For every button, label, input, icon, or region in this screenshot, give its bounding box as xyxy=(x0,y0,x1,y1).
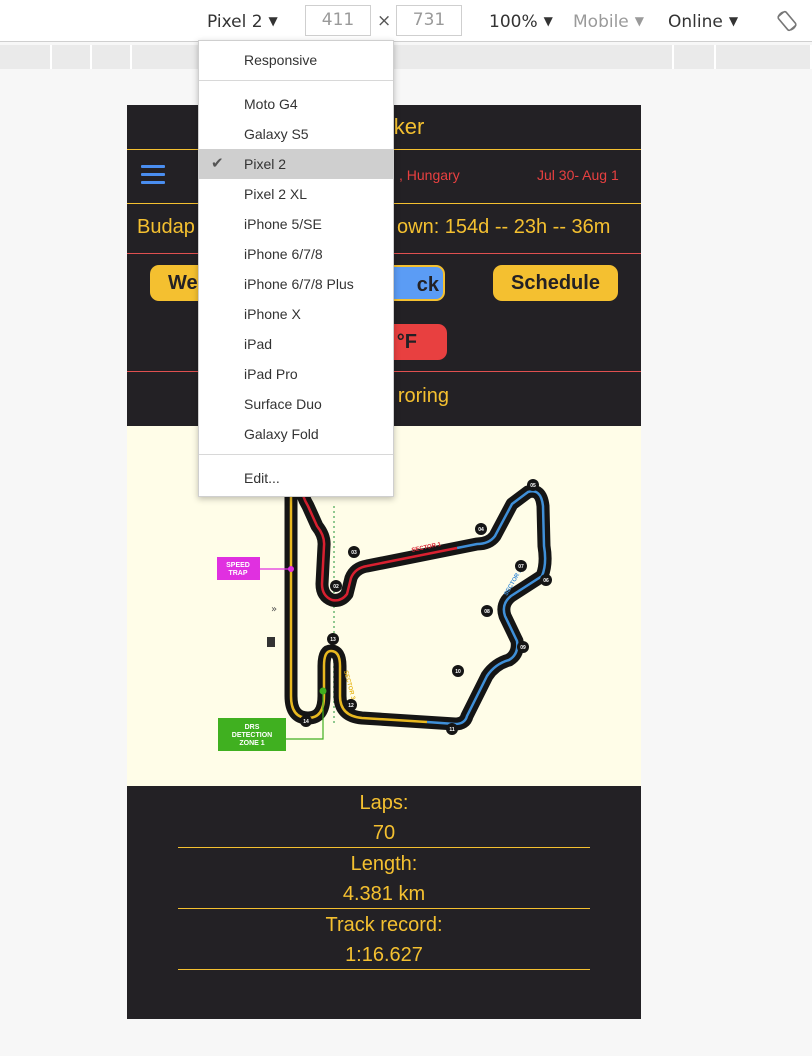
turn-marker: 02 xyxy=(333,584,339,590)
mode-label: Mobile xyxy=(573,12,629,32)
menu-item-edit[interactable]: Edit... xyxy=(199,463,393,493)
chevron-down-icon: ▼ xyxy=(543,14,553,28)
chevron-down-icon: ▼ xyxy=(634,14,644,28)
stat-length: Length: 4.381 km xyxy=(127,849,641,909)
stat-label: Laps: xyxy=(359,792,409,814)
network-label: Online xyxy=(668,12,723,32)
menu-item-device-selected[interactable]: ✔ Pixel 2 xyxy=(199,149,393,179)
menu-item-device[interactable]: iPad Pro xyxy=(199,359,393,389)
menu-item-device[interactable]: iPhone 6/7/8 xyxy=(199,239,393,269)
ruler-segment[interactable] xyxy=(94,45,132,69)
device-select[interactable]: Pixel 2 ▼ xyxy=(207,0,278,42)
stat-label: Length: xyxy=(350,853,418,875)
menu-item-device[interactable]: Pixel 2 XL xyxy=(199,179,393,209)
times-sign: × xyxy=(377,11,392,31)
menu-item-label: Pixel 2 xyxy=(244,156,287,172)
schedule-button[interactable]: Schedule xyxy=(493,265,618,301)
drs-label: ZONE 1 xyxy=(239,740,264,747)
menu-item-device[interactable]: iPad xyxy=(199,329,393,359)
ruler-segment[interactable] xyxy=(634,45,674,69)
race-dates: Jul 30- Aug 1 xyxy=(537,167,619,183)
check-icon: ✔ xyxy=(211,155,224,172)
menu-separator xyxy=(199,80,393,81)
countdown-right: own: 154d -- 23h -- 36m xyxy=(397,216,611,238)
hamburger-menu-icon[interactable] xyxy=(141,165,165,187)
drs-label: DETECTION xyxy=(232,732,272,739)
menu-item-device[interactable]: Galaxy S5 xyxy=(199,119,393,149)
countdown: Budap own: 154d -- 23h -- 36m xyxy=(137,216,610,239)
mode-select[interactable]: Mobile ▼ xyxy=(573,0,644,42)
device-dropdown-menu: Responsive Moto G4 Galaxy S5 ✔ Pixel 2 Pi… xyxy=(198,40,394,497)
menu-item-device[interactable]: iPhone X xyxy=(199,299,393,329)
ruler-segment[interactable] xyxy=(676,45,716,69)
stat-track-record: Track record: 1:16.627 xyxy=(127,910,641,970)
ruler-segment[interactable] xyxy=(0,45,52,69)
turn-marker: 11 xyxy=(449,727,455,733)
turn-marker: 07 xyxy=(518,564,524,570)
turn-marker: 10 xyxy=(455,669,461,675)
menu-item-responsive[interactable]: Responsive xyxy=(199,45,393,75)
track-stats: Laps: 70 Length: 4.381 km Track record: … xyxy=(127,788,641,971)
turn-marker: 05 xyxy=(530,483,536,489)
menu-separator xyxy=(199,454,393,455)
media-query-ruler xyxy=(0,45,812,69)
turn-marker: 06 xyxy=(543,578,549,584)
device-select-label: Pixel 2 xyxy=(207,12,263,32)
direction-chevron-icon: » xyxy=(271,604,277,615)
height-input[interactable]: 731 xyxy=(396,5,462,36)
speed-trap-label: TRAP xyxy=(228,570,247,577)
stat-value: 4.381 km xyxy=(178,879,590,909)
width-input[interactable]: 411 xyxy=(305,5,371,36)
device-toolbar: Pixel 2 ▼ 411 × 731 100% ▼ Mobile ▼ Online ▼ xyxy=(0,0,812,42)
stat-value: 1:16.627 xyxy=(178,940,590,970)
rotate-icon[interactable] xyxy=(776,10,798,32)
stat-label: Track record: xyxy=(325,914,443,936)
turn-marker: 08 xyxy=(484,609,490,615)
drs-label: DRS xyxy=(245,724,260,731)
zoom-label: 100% xyxy=(489,12,538,32)
menu-item-device[interactable]: iPhone 6/7/8 Plus xyxy=(199,269,393,299)
countdown-left: Budap xyxy=(137,216,195,238)
menu-item-device[interactable]: Galaxy Fold xyxy=(199,419,393,449)
ruler-segment[interactable] xyxy=(718,45,812,69)
menu-item-device[interactable]: Moto G4 xyxy=(199,89,393,119)
ruler-segment[interactable] xyxy=(54,45,92,69)
stat-laps: Laps: 70 xyxy=(127,788,641,848)
drs-dot xyxy=(319,687,327,695)
turn-marker: 13 xyxy=(330,637,336,643)
menu-item-device[interactable]: iPhone 5/SE xyxy=(199,209,393,239)
speed-trap-label: SPEED xyxy=(226,562,250,569)
turn-marker: 03 xyxy=(351,550,357,556)
turn-marker: 09 xyxy=(520,645,526,651)
checkered-flag-icon xyxy=(267,637,275,647)
stat-value: 70 xyxy=(178,818,590,848)
network-select[interactable]: Online ▼ xyxy=(668,0,738,42)
chevron-down-icon: ▼ xyxy=(268,14,278,28)
turn-marker: 14 xyxy=(303,719,309,725)
turn-marker: 12 xyxy=(348,703,354,709)
turn-marker: 04 xyxy=(478,527,484,533)
race-location: , Hungary xyxy=(399,167,460,183)
menu-item-device[interactable]: Surface Duo xyxy=(199,389,393,419)
zoom-select[interactable]: 100% ▼ xyxy=(489,0,553,42)
speed-trap-dot xyxy=(288,566,294,572)
chevron-down-icon: ▼ xyxy=(728,14,739,28)
